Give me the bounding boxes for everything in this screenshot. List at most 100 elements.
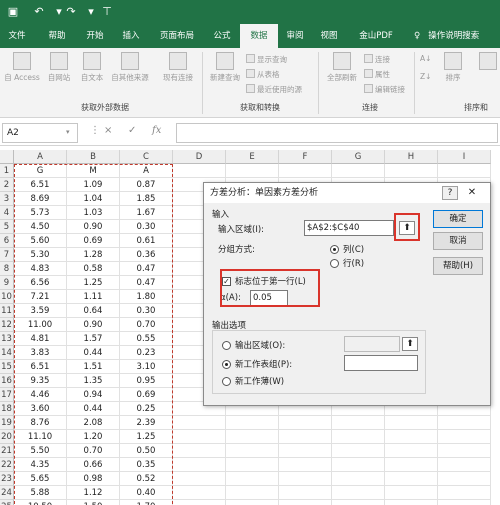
cell[interactable]: 0.94 [67, 388, 120, 402]
cell[interactable] [173, 444, 226, 458]
from-text-button[interactable]: 自文本 [77, 52, 107, 83]
cell[interactable]: 1.11 [67, 290, 120, 304]
row-header[interactable]: 21 [0, 444, 14, 458]
column-header[interactable]: D [173, 150, 226, 164]
cell[interactable]: 1.51 [67, 360, 120, 374]
cell[interactable]: 1.35 [67, 374, 120, 388]
cell[interactable] [226, 500, 279, 505]
tab-page-layout[interactable]: 页面布局 [152, 24, 202, 48]
cell[interactable]: 5.65 [14, 472, 67, 486]
cell[interactable]: 0.98 [67, 472, 120, 486]
dialog-help-icon[interactable]: ? [442, 186, 458, 200]
cell[interactable]: 0.69 [67, 234, 120, 248]
redo-dropdown-icon[interactable]: ▾ [84, 5, 98, 19]
cell[interactable]: M [67, 164, 120, 178]
row-header[interactable]: 22 [0, 458, 14, 472]
cell[interactable] [173, 458, 226, 472]
cell[interactable] [226, 472, 279, 486]
column-header[interactable]: I [438, 150, 491, 164]
new-query-button[interactable]: 新建查询 [206, 52, 244, 83]
cell[interactable] [279, 500, 332, 505]
filter-button[interactable] [478, 52, 498, 72]
cell[interactable]: 1.03 [67, 206, 120, 220]
cell[interactable] [332, 458, 385, 472]
row-header[interactable]: 13 [0, 332, 14, 346]
cell[interactable]: 11.00 [14, 318, 67, 332]
undo-icon[interactable]: ↶ [32, 5, 46, 19]
output-range-field[interactable] [344, 336, 400, 352]
cell[interactable]: 0.40 [120, 486, 173, 500]
cell[interactable]: 4.83 [14, 262, 67, 276]
cell[interactable] [385, 458, 438, 472]
cell[interactable] [226, 416, 279, 430]
cell[interactable] [226, 486, 279, 500]
cell[interactable] [438, 164, 491, 178]
cell[interactable]: 1.25 [120, 430, 173, 444]
cell[interactable]: 1.28 [67, 248, 120, 262]
cell[interactable]: 4.46 [14, 388, 67, 402]
cell[interactable]: 0.25 [120, 402, 173, 416]
ok-button[interactable]: 确定 [433, 210, 483, 228]
cell[interactable] [385, 500, 438, 505]
cell[interactable] [438, 416, 491, 430]
row-header[interactable]: 5 [0, 220, 14, 234]
dialog-close-icon[interactable]: ✕ [462, 186, 482, 200]
refresh-all-button[interactable]: 全部刷新 [322, 52, 362, 83]
row-header[interactable]: 24 [0, 486, 14, 500]
from-web-button[interactable]: 自网站 [43, 52, 75, 83]
save-icon[interactable]: ▣ [6, 5, 20, 19]
row-header[interactable]: 16 [0, 374, 14, 388]
cell[interactable] [438, 500, 491, 505]
row-header[interactable]: 23 [0, 472, 14, 486]
cell[interactable] [173, 164, 226, 178]
cell[interactable]: 0.70 [67, 444, 120, 458]
cell[interactable]: 4.81 [14, 332, 67, 346]
cancel-button[interactable]: 取消 [433, 232, 483, 250]
cell[interactable]: 2.39 [120, 416, 173, 430]
cell[interactable] [385, 444, 438, 458]
cell[interactable] [385, 430, 438, 444]
cell[interactable] [226, 444, 279, 458]
cell[interactable]: 0.30 [120, 220, 173, 234]
cell[interactable] [385, 486, 438, 500]
cell[interactable] [332, 164, 385, 178]
cell[interactable]: 8.69 [14, 192, 67, 206]
help-button[interactable]: 帮助(H) [433, 257, 483, 275]
cell[interactable]: 3.83 [14, 346, 67, 360]
cell[interactable]: 5.50 [14, 444, 67, 458]
cell[interactable] [279, 164, 332, 178]
cell[interactable]: 1.67 [120, 206, 173, 220]
row-header[interactable]: 15 [0, 360, 14, 374]
edit-links-button[interactable]: 编辑链接 [364, 84, 405, 95]
cell[interactable] [438, 430, 491, 444]
column-header[interactable]: F [279, 150, 332, 164]
quick-access-customize-icon[interactable]: ⊤ [100, 5, 114, 19]
row-header[interactable]: 9 [0, 276, 14, 290]
tab-jinshan-pdf[interactable]: 金山PDF [350, 24, 402, 48]
cell[interactable]: 0.69 [120, 388, 173, 402]
cell[interactable]: 7.21 [14, 290, 67, 304]
alpha-field[interactable]: 0.05 [250, 290, 288, 306]
tab-formulas[interactable]: 公式 [206, 24, 238, 48]
column-header[interactable]: A [14, 150, 67, 164]
cell[interactable]: A [120, 164, 173, 178]
existing-connections-button[interactable]: 现有连接 [157, 52, 199, 83]
cell[interactable]: 1.12 [67, 486, 120, 500]
cell[interactable]: 1.25 [67, 276, 120, 290]
cell[interactable]: 5.73 [14, 206, 67, 220]
row-header[interactable]: 10 [0, 290, 14, 304]
column-header[interactable]: G [332, 150, 385, 164]
row-header[interactable]: 14 [0, 346, 14, 360]
cell[interactable]: 0.95 [120, 374, 173, 388]
name-box-dropdown-icon[interactable]: ▾ [66, 128, 70, 136]
cell[interactable] [332, 486, 385, 500]
tab-data[interactable]: 数据 [240, 24, 278, 48]
cell[interactable]: 6.56 [14, 276, 67, 290]
sort-asc-icon[interactable]: A↓ [420, 54, 431, 63]
cell[interactable] [438, 472, 491, 486]
cell[interactable] [438, 486, 491, 500]
output-range-collapse-icon[interactable]: ⬆ [402, 337, 418, 351]
row-header[interactable]: 7 [0, 248, 14, 262]
show-queries-button[interactable]: 显示查询 [246, 54, 287, 65]
row-header[interactable]: 8 [0, 262, 14, 276]
